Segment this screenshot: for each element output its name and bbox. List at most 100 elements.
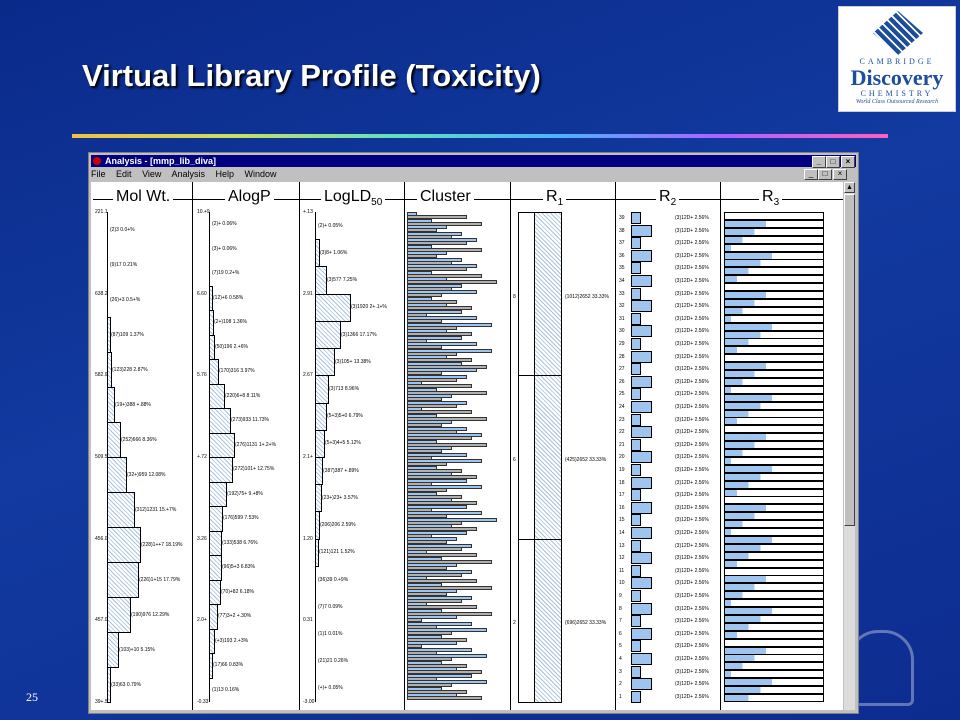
app-icon [93,157,101,165]
logld-bar-label: (5+3)5+0 6.79% [327,413,363,420]
logld-bar-label: (3)713 8.96% [329,385,360,392]
r1-tick-label: 2 [513,620,516,627]
r2-bar [631,438,641,451]
r1-bar-fill [518,212,535,377]
logld-bar [315,293,351,322]
window-title: Analysis - [mmp_lib_diva] [105,156,217,166]
alogp-bar [209,408,231,434]
r2-tick-label: 23 [619,416,625,423]
menu-window[interactable]: Window [245,169,277,179]
doc-close-button[interactable]: × [833,169,847,180]
r2-bar-label: (3)12D+ 2.56% [675,542,709,549]
r3-bar [724,370,824,378]
r2-tick-label: 7 [619,618,622,625]
menu-bar: File Edit View Analysis Help Window _ □ … [91,168,856,180]
maximize-button[interactable]: □ [826,156,840,168]
r2-bar-label: (3)12D+ 2.56% [675,681,709,688]
r3-bar [724,662,824,671]
logld-bar [315,402,327,431]
logo-diamond-icon [873,11,923,55]
r2-tick-label: 10 [619,580,625,587]
r3-bar [724,322,824,331]
r2-bar-label: (3)12D+ 2.56% [675,315,709,322]
panel-separator [720,182,721,710]
doc-minimize-button[interactable]: _ [804,169,818,180]
logld-bar [315,429,325,458]
logld-tick-label: -3.00 [303,699,315,705]
r2-bar-label: (3)12D+ 2.56% [675,404,709,410]
scroll-up-icon[interactable]: ▲ [844,182,855,193]
logld-tick-label: 1.20 [303,535,313,542]
r3-bar [724,377,824,386]
alogp-bar-label: (3)+ 0.06% [212,245,237,252]
r2-bar-label: (3)12D+ 2.56% [675,630,709,637]
r3-bar [724,622,824,631]
alogp-bar [209,604,218,630]
r2-tick-label: 2 [619,681,622,688]
r3-bar [724,543,824,552]
r2-bar-label: (3)12D+ 2.56% [675,656,709,662]
alogp-bar-label: (7)19 0.2+% [212,270,240,277]
mol_wt-bar [107,422,121,458]
r3-bar [724,314,824,323]
minimize-button[interactable]: _ [812,156,826,168]
header-logld-text: LogLD [324,188,372,205]
menu-edit[interactable]: Edit [116,169,132,179]
r2-bar [631,249,652,262]
mol_wt-tick-label: 456.0 [95,535,108,542]
alogp-bar-label: (170)316 3.97% [219,368,255,375]
r1-bar-fill [518,375,535,540]
r2-bar [631,577,652,590]
r1-bar-fill [518,538,535,703]
r3-bar [724,551,824,560]
r3-bar [724,219,824,228]
menu-file[interactable]: File [91,169,106,179]
r2-bar-label: (3)12D+ 2.56% [675,618,709,625]
r2-tick-label: 9 [619,593,622,599]
alogp-bar [209,457,233,483]
r2-tick-label: 3 [619,668,622,675]
vertical-scrollbar[interactable]: ▲ [844,182,855,710]
scroll-thumb[interactable] [844,194,855,526]
alogp-bar-label: (220)6+8 8.11% [225,392,261,399]
r3-bar [724,567,824,576]
r2-tick-label: 19 [619,467,625,473]
logld-bar-label: (1)1 0.01% [318,630,343,637]
r2-tick-label: 30 [619,328,625,335]
r3-bar [724,275,824,284]
r3-bar [724,338,824,347]
header-r2: R2 [656,188,680,209]
logld-bar-label: (5+3)4+5 5.12% [325,440,361,447]
r2-tick-label: 32 [619,303,625,310]
logld-bar [315,375,329,404]
r3-bar [724,291,824,299]
header-r1-text: R [546,188,558,205]
logld-bar-label: (21)21 0.26% [318,658,349,665]
r2-bar [631,590,641,602]
logld-tick-label: 2.91 [303,290,313,297]
r3-bar [724,464,824,473]
r1-bar-label: (425)2652 33.33% [565,457,607,463]
r2-bar-label: (3)12D+ 2.56% [675,441,709,448]
r2-bar [631,262,641,275]
logld-tick-label: 0.31 [303,617,313,624]
logld-bar [315,457,323,486]
r2-bar [631,287,641,300]
r2-bar-label: (3)12D+ 2.56% [675,555,709,562]
r2-bar [631,451,652,464]
r1-bar [534,212,562,377]
window-titlebar[interactable]: Analysis - [mmp_lib_diva] _ □ × [91,155,856,168]
r2-bar-label: (3)12D+ 2.56% [675,517,709,524]
r2-bar-label: (3)12D+ 2.56% [675,391,709,398]
header-r3-text: R [762,188,774,205]
menu-analysis[interactable]: Analysis [171,169,205,179]
r2-bar [631,489,641,502]
alogp-bar-label: (+3)193 2.+3% [215,637,249,644]
menu-help[interactable]: Help [215,169,234,179]
alogp-bar-label: (2)+ 0.06% [212,221,237,228]
r3-bar [724,227,824,236]
menu-view[interactable]: View [142,169,161,179]
doc-maximize-button[interactable]: □ [818,169,832,180]
close-button[interactable]: × [841,156,855,168]
r3-bar [724,512,824,521]
